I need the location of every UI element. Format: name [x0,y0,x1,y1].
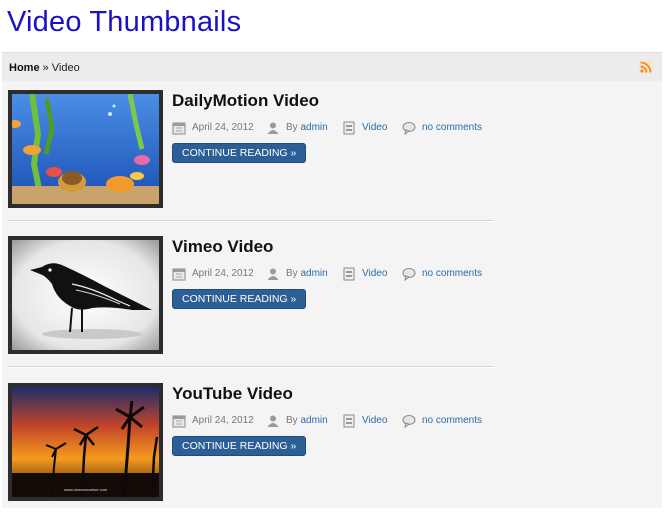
rss-icon[interactable] [639,60,653,74]
category-link[interactable]: Video [362,413,387,429]
breadcrumb: Home » Video [9,61,80,75]
comments-link[interactable]: no comments [422,266,482,282]
post-thumbnail[interactable] [8,236,163,354]
post-item: DailyMotion Video April 24, 2012 By admi… [8,81,494,221]
breadcrumb-separator: » [39,62,52,74]
post-item: Vimeo Video April 24, 2012 By admin Vide… [8,227,494,367]
comment-icon [402,268,416,281]
post-title-link[interactable]: Vimeo Video [172,236,273,258]
continue-reading-button[interactable]: CONTINUE READING » [172,289,307,309]
post-list: DailyMotion Video April 24, 2012 By admi… [2,81,662,508]
calendar-icon [172,122,186,135]
comments-link[interactable]: no comments [422,120,482,136]
calendar-icon [172,415,186,428]
comments-link[interactable]: no comments [422,413,482,429]
category-link[interactable]: Video [362,266,387,282]
breadcrumb-bar: Home » Video [2,52,662,82]
continue-reading-button[interactable]: CONTINUE READING » [172,143,307,163]
thumbnail-caption: www.domaxsunrise.com [64,487,108,492]
post-title-link[interactable]: DailyMotion Video [172,90,319,112]
breadcrumb-current: Video [51,62,80,74]
comment-icon [402,122,416,135]
user-icon [267,268,279,280]
calendar-icon [172,268,186,281]
post-thumbnail[interactable]: www.domaxsunrise.com [8,383,163,501]
sunset-thumbnail-image: www.domaxsunrise.com [12,387,159,497]
author-link[interactable]: admin [300,415,327,426]
post-item: www.domaxsunrise.com YouTube Video April… [8,374,494,514]
author-link[interactable]: admin [300,122,327,133]
continue-reading-button[interactable]: CONTINUE READING » [172,436,307,456]
breadcrumb-home-link[interactable]: Home [9,62,40,74]
post-title-link[interactable]: YouTube Video [172,383,293,405]
author-link[interactable]: admin [300,268,327,279]
category-icon [343,121,355,135]
comment-icon [402,415,416,428]
user-icon [267,415,279,427]
aquarium-thumbnail-image [12,94,159,204]
site-title[interactable]: Video Thumbnails [7,4,241,40]
category-link[interactable]: Video [362,120,387,136]
bird-thumbnail-image [12,240,159,350]
post-thumbnail[interactable] [8,90,163,208]
category-icon [343,414,355,428]
user-icon [267,122,279,134]
category-icon [343,267,355,281]
